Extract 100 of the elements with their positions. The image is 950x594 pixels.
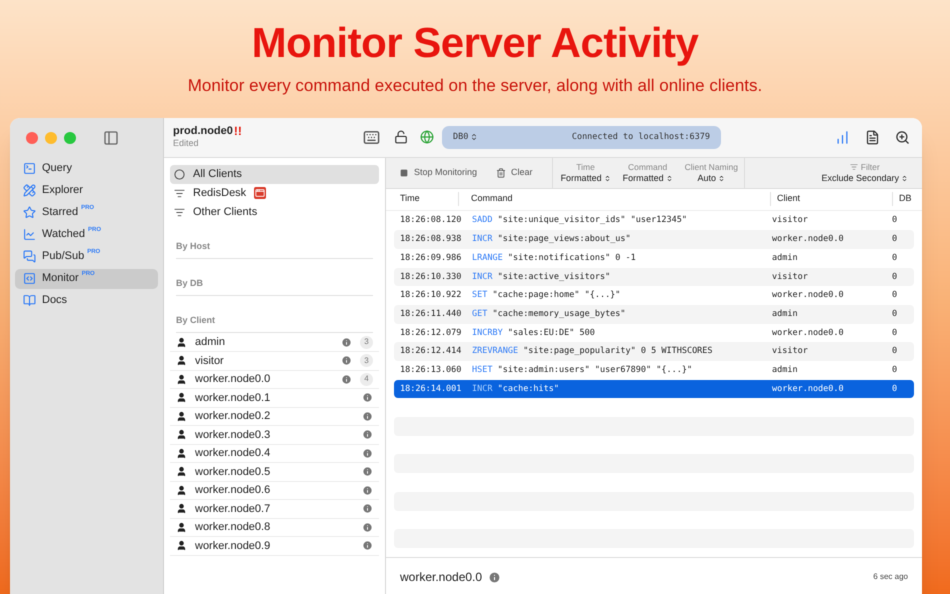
log-row[interactable]: 18:26:08.120 SADD "site:unique_visitor_ids" "user12345" visitor 0	[394, 212, 914, 230]
document-icon[interactable]	[865, 130, 880, 144]
stop-monitoring-button[interactable]: Stop Monitoring	[400, 166, 478, 180]
log-row[interactable]: 18:26:12.079 INCRBY "sales:EU:DE" 500 worker.node0.0 0	[394, 324, 914, 342]
globe-icon[interactable]	[420, 130, 434, 144]
info-icon[interactable]	[362, 392, 373, 404]
count-badge: 4	[360, 372, 373, 386]
chat-bubbles-icon	[23, 250, 36, 263]
log-row[interactable]: 18:26:10.922 SET "cache:page:home" "{...}" worker.node0.0 0	[394, 286, 914, 305]
edited-label: Edited	[173, 137, 200, 149]
client-name: admin	[195, 335, 226, 350]
info-icon[interactable]	[362, 448, 373, 459]
client-name: worker.node0.1	[195, 390, 272, 406]
client-row[interactable]: worker.node0.5	[170, 463, 379, 482]
zoom-in-icon[interactable]	[895, 130, 910, 144]
db-cell-text: 0	[892, 308, 898, 321]
client-filter[interactable]: RedisDesk	[170, 184, 379, 202]
db-cell-text: 0	[892, 345, 898, 358]
chevron-icon	[604, 174, 611, 182]
client-row[interactable]: worker.node0.0 4	[170, 370, 379, 389]
connection-name: prod.node0	[173, 125, 233, 137]
code-window-icon	[23, 272, 36, 285]
hero-title: Monitor Server Activity	[252, 18, 698, 68]
log-row[interactable]: 18:26:11.440 GET "cache:memory_usage_bytes" admin 0	[394, 304, 914, 324]
client-row[interactable]: admin 3	[170, 334, 379, 352]
client-cell-text: worker.node0.0	[771, 233, 845, 246]
count-badge: 3	[360, 354, 373, 368]
client-cell-text: worker.node0.0	[771, 289, 845, 302]
option-selector[interactable]: Time Formatted	[560, 162, 611, 184]
elapsed-time: 6 sec ago	[873, 571, 908, 584]
connection-status: Connected to localhost:6379	[572, 130, 710, 144]
client-name: visitor	[195, 354, 225, 368]
time-cell-text: 18:26:14.001	[399, 382, 462, 396]
client-row[interactable]: worker.node0.6	[170, 482, 379, 500]
sidebar-label: Docs	[42, 293, 68, 308]
filter-selector[interactable]: Filter Exclude Secondary	[821, 162, 908, 184]
column-header[interactable]: Client	[770, 192, 892, 206]
option-selector[interactable]: Command Formatted	[622, 162, 673, 184]
person-icon	[176, 484, 187, 496]
client-filter[interactable]: Other Clients	[170, 202, 379, 222]
column-header[interactable]: Time	[386, 192, 458, 206]
db-cell-text: 0	[892, 252, 898, 265]
info-icon[interactable]	[362, 410, 373, 422]
sidebar-toggle-icon[interactable]	[103, 130, 119, 146]
info-icon[interactable]	[362, 429, 373, 440]
chevron-icon	[901, 174, 908, 182]
client-row[interactable]: worker.node0.9	[170, 537, 379, 556]
sidebar-item[interactable]: Docs	[15, 290, 158, 310]
sidebar-label: Explorer	[42, 183, 83, 198]
client-filter[interactable]: All Clients	[170, 164, 379, 184]
client-row[interactable]: worker.node0.4	[170, 444, 379, 463]
db-cell-text: 0	[892, 233, 898, 246]
trash-icon	[496, 168, 506, 178]
db-cell-text: 0	[892, 270, 898, 284]
info-icon[interactable]	[362, 540, 373, 552]
db-cell-text: 0	[892, 289, 898, 302]
client-cell-text: admin	[771, 308, 799, 321]
info-icon[interactable]	[362, 503, 373, 514]
star-icon	[23, 206, 36, 219]
log-row[interactable]: 18:26:13.060 HSET "site:admin:users" "user67890" "{...}" admin 0	[394, 361, 914, 380]
sidebar-item[interactable]: Explorer	[15, 180, 158, 200]
signal-bars-icon[interactable]	[835, 130, 850, 144]
sidebar-label: Query	[42, 161, 72, 176]
info-icon[interactable]	[362, 522, 373, 533]
log-row[interactable]: 18:26:10.330 INCR "site:active_visitors" visitor 0	[394, 268, 914, 286]
option-selector[interactable]: Client Naming Auto	[684, 162, 738, 184]
keyboard-icon[interactable]	[363, 128, 380, 146]
info-icon[interactable]	[362, 484, 373, 496]
client-row[interactable]: worker.node0.8	[170, 518, 379, 537]
info-icon[interactable]	[488, 570, 502, 584]
log-row[interactable]: 18:26:14.001 INCR "cache:hits" worker.node0.0 0	[394, 380, 914, 398]
database-selector[interactable]: DB0	[453, 130, 478, 144]
unlock-icon[interactable]	[394, 130, 408, 144]
client-name: worker.node0.8	[195, 520, 272, 535]
person-icon	[176, 392, 187, 404]
client-row[interactable]: visitor 3	[170, 352, 379, 370]
log-row[interactable]: 18:26:12.414 ZREVRANGE "site:page_popularity" 0 5 WITHSCORES visitor 0	[394, 342, 914, 361]
terminal-icon	[23, 162, 36, 175]
client-cell-text: worker.node0.0	[771, 382, 845, 396]
command-cell-text: SET "cache:page:home" "{...}"	[471, 289, 622, 302]
client-row[interactable]: worker.node0.3	[170, 426, 379, 444]
sidebar-item[interactable]: Query	[15, 158, 158, 178]
log-row[interactable]: 18:26:08.938 INCR "site:page_views:about_us" worker.node0.0 0	[394, 230, 914, 249]
client-name: worker.node0.0	[195, 372, 272, 387]
column-header[interactable]: Command	[458, 192, 770, 206]
info-icon[interactable]	[341, 374, 352, 385]
info-icon[interactable]	[341, 355, 352, 366]
person-icon	[176, 503, 187, 514]
client-row[interactable]: worker.node0.7	[170, 500, 379, 518]
time-cell-text: 18:26:09.986	[399, 252, 462, 265]
client-row[interactable]: worker.node0.2	[170, 408, 379, 426]
client-row[interactable]: worker.node0.1	[170, 389, 379, 408]
db-cell-text: 0	[892, 382, 898, 396]
info-icon[interactable]	[341, 336, 352, 348]
filter-label: Other Clients	[193, 204, 258, 220]
log-row[interactable]: 18:26:09.986 LRANGE "site:notifications" 0 -1 admin 0	[394, 248, 914, 268]
info-icon[interactable]	[362, 466, 373, 478]
clear-button[interactable]: Clear	[496, 166, 533, 180]
column-header[interactable]: DB	[892, 192, 922, 206]
command-cell-text: INCR "site:page_views:about_us"	[471, 233, 632, 246]
